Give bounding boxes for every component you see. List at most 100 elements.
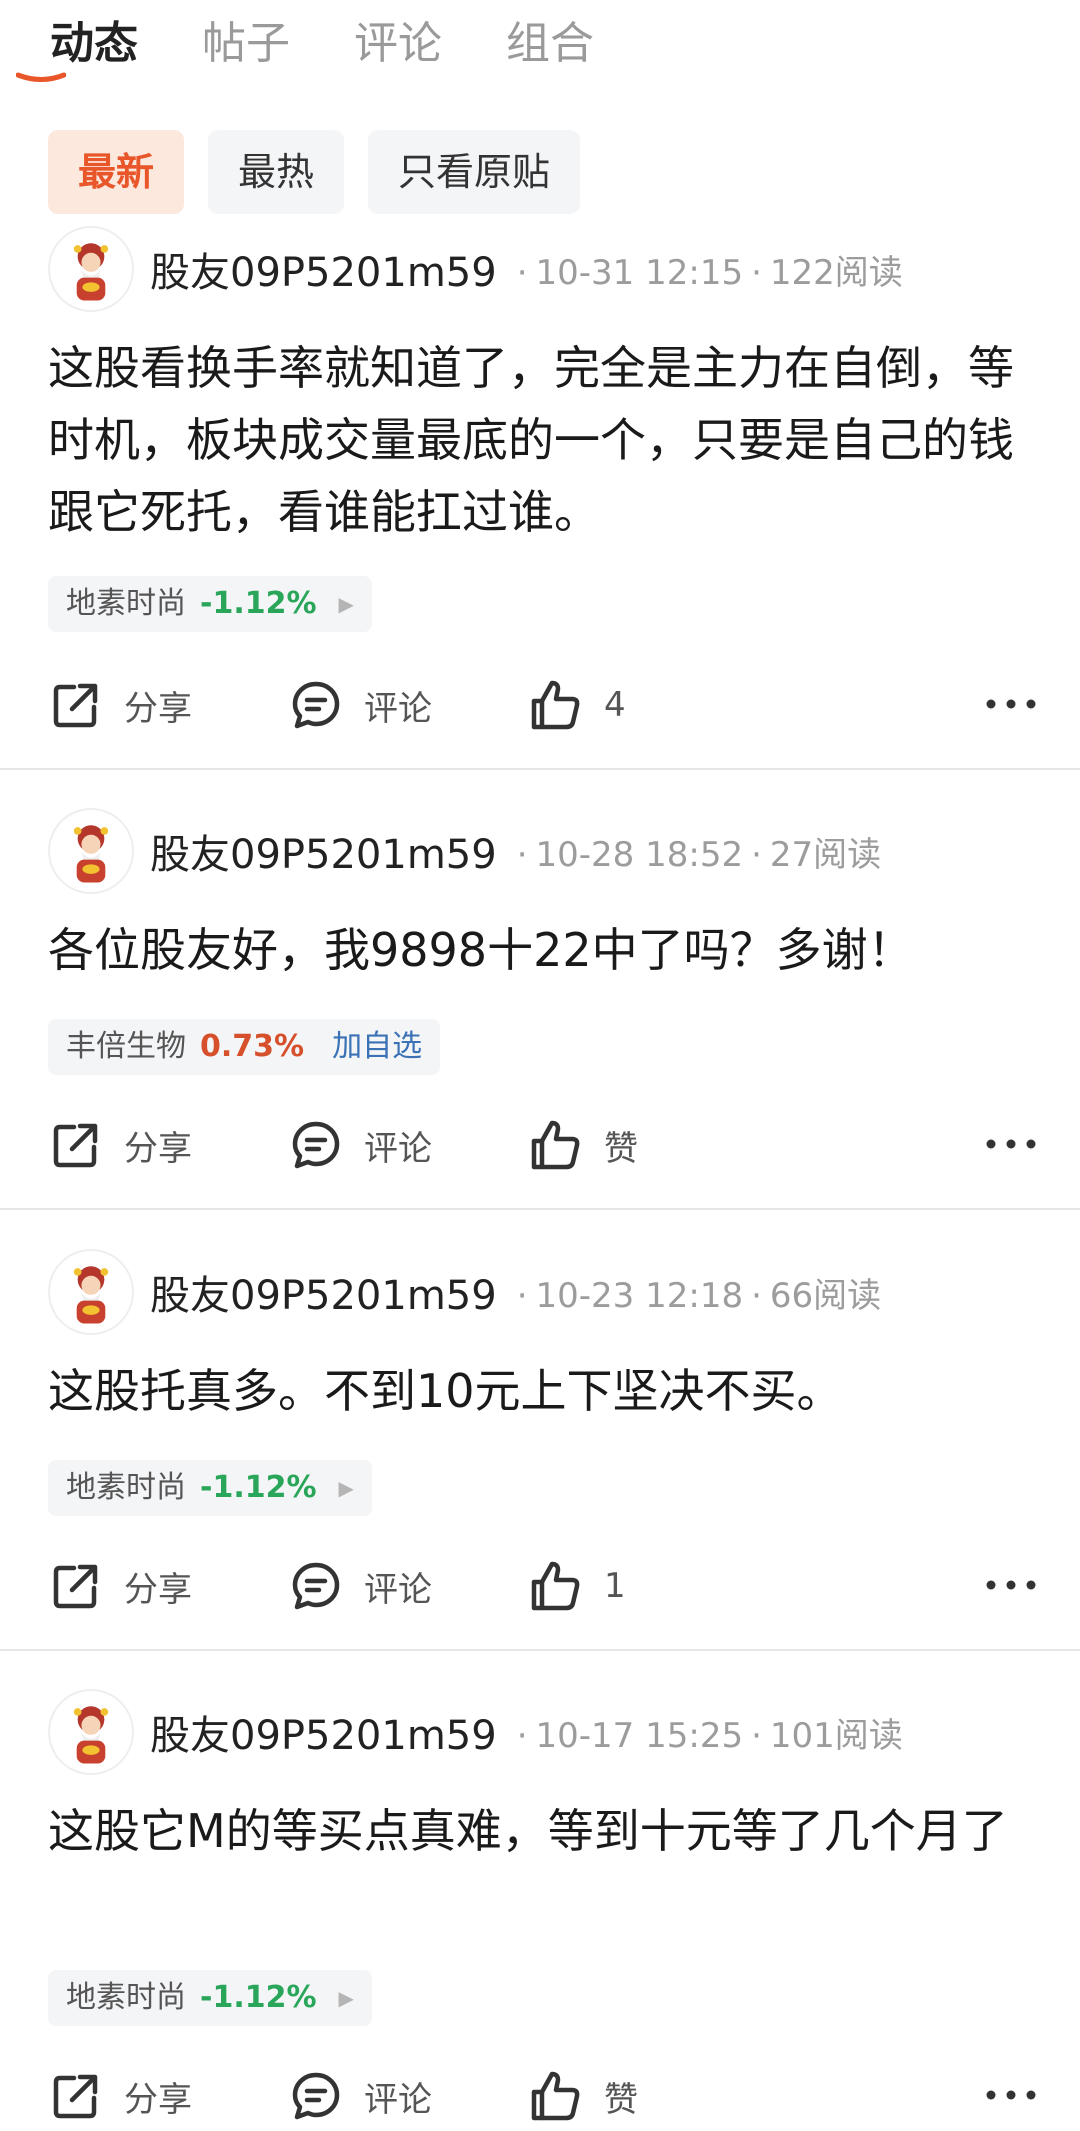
stock-name: 丰倍生物	[66, 1029, 186, 1064]
like-button[interactable]: 1	[528, 1558, 768, 1614]
post-header: 股友09P5201m59 · 10-17 15:25 · 101阅读	[48, 1688, 903, 1776]
fortune-god-avatar-icon	[73, 825, 109, 883]
share-icon	[53, 683, 98, 728]
stock-tag[interactable]: 地素时尚 -1.12% ▶	[48, 576, 372, 632]
post-actions: 分享 评论 赞	[48, 2061, 1038, 2131]
thumbs-up-icon	[531, 1561, 580, 1611]
stock-name: 地素时尚	[66, 1470, 186, 1505]
comment-button[interactable]: 评论	[288, 1558, 528, 1614]
thumbs-up-icon	[531, 1120, 580, 1170]
post-date: 10-28 18:52	[535, 834, 744, 875]
read-count: 27阅读	[769, 834, 882, 875]
comment-label: 评论	[364, 1128, 432, 1169]
like-count: 1	[604, 1566, 626, 1606]
like-button[interactable]: 赞	[528, 1117, 768, 1173]
more-dots-icon[interactable]	[984, 1567, 1038, 1603]
post-actions: 分享 评论 赞	[48, 1110, 1038, 1180]
fortune-god-avatar-icon	[73, 1706, 109, 1764]
username[interactable]: 股友09P5201m59	[150, 1703, 497, 1761]
share-button[interactable]: 分享	[48, 2068, 288, 2124]
post-meta: · 10-17 15:25 · 101阅读	[516, 1715, 903, 1756]
share-icon	[53, 1123, 98, 1168]
stock-change: -1.12%	[200, 1470, 317, 1505]
post-header: 股友09P5201m59 · 10-31 12:15 · 122阅读	[48, 225, 903, 313]
share-label: 分享	[124, 2079, 192, 2120]
filter-latest[interactable]: 最新	[48, 130, 185, 214]
share-button[interactable]: 分享	[48, 1117, 288, 1173]
stock-change: -1.12%	[200, 1980, 317, 2015]
avatar[interactable]	[48, 1249, 134, 1335]
share-button[interactable]: 分享	[48, 677, 288, 733]
post-text[interactable]: 这股看换手率就知道了，完全是主力在自倒，等时机，板块成交量最底的一个，只要是自己…	[48, 332, 1038, 548]
post-date: 10-17 15:25	[535, 1715, 744, 1756]
like-label: 赞	[604, 1128, 638, 1169]
like-label: 赞	[604, 2079, 638, 2120]
post-card: 股友09P5201m59 · 10-23 12:18 · 66阅读 这股托真多。不到1…	[0, 1248, 1080, 1648]
comment-icon	[292, 2072, 340, 2120]
caret-right-icon: ▶	[338, 592, 354, 616]
tab-comments[interactable]: 评论	[354, 12, 442, 76]
post-actions: 分享 评论 1	[48, 1551, 1038, 1621]
post-meta: · 10-28 18:52 · 27阅读	[516, 834, 882, 875]
filter-hottest[interactable]: 最热	[208, 130, 345, 214]
tab-portfolio[interactable]: 组合	[506, 12, 594, 76]
add-to-watchlist-link[interactable]: 加自选	[332, 1019, 422, 1075]
avatar[interactable]	[48, 226, 134, 312]
more-dots-icon[interactable]	[984, 686, 1038, 722]
post-meta: · 10-23 12:18 · 66阅读	[516, 1275, 882, 1316]
more-dots-icon[interactable]	[984, 1126, 1038, 1162]
stock-change: 0.73%	[200, 1029, 305, 1064]
avatar[interactable]	[48, 1689, 134, 1775]
fortune-god-avatar-icon	[73, 243, 109, 301]
post-header: 股友09P5201m59 · 10-23 12:18 · 66阅读	[48, 1248, 881, 1336]
active-tab-indicator	[16, 72, 66, 82]
post-date: 10-31 12:15	[535, 252, 744, 293]
thumbs-up-icon	[531, 2071, 580, 2121]
post-divider	[0, 1649, 1080, 1651]
more-dots-icon[interactable]	[984, 2077, 1038, 2113]
top-tab-bar: 动态 帖子 评论 组合	[50, 12, 658, 76]
comment-label: 评论	[364, 2079, 432, 2120]
post-text[interactable]: 这股它M的等买点真难，等到十元等了几个月了	[48, 1795, 1038, 1867]
share-button[interactable]: 分享	[48, 1558, 288, 1614]
stock-tag[interactable]: 地素时尚 -1.12% ▶	[48, 1970, 372, 2026]
caret-right-icon: ▶	[338, 1476, 354, 1500]
post-card: 股友09P5201m59 · 10-31 12:15 · 122阅读 这股看换手率就知…	[0, 225, 1080, 765]
share-label: 分享	[124, 688, 192, 729]
filter-chips: 最新 最热 只看原贴	[48, 130, 604, 214]
caret-right-icon: ▶	[338, 1986, 354, 2010]
comment-label: 评论	[364, 688, 432, 729]
post-meta: · 10-31 12:15 · 122阅读	[516, 252, 903, 293]
read-count: 66阅读	[769, 1275, 882, 1316]
thumbs-up-icon	[531, 680, 580, 730]
comment-icon	[292, 1562, 340, 1610]
stock-tag[interactable]: 地素时尚 -1.12% ▶	[48, 1460, 372, 1516]
tab-dynamics[interactable]: 动态	[50, 12, 138, 76]
fortune-god-avatar-icon	[73, 1266, 109, 1324]
stock-name: 地素时尚	[66, 586, 186, 621]
like-button[interactable]: 赞	[528, 2068, 768, 2124]
comment-button[interactable]: 评论	[288, 2068, 528, 2124]
comment-icon	[292, 681, 340, 729]
stock-tag[interactable]: 丰倍生物 0.73% 加自选	[48, 1019, 441, 1075]
comment-button[interactable]: 评论	[288, 1117, 528, 1173]
share-label: 分享	[124, 1128, 192, 1169]
username[interactable]: 股友09P5201m59	[150, 240, 497, 298]
post-text[interactable]: 各位股友好，我9898十22中了吗？多谢！	[48, 914, 1038, 986]
post-text[interactable]: 这股托真多。不到10元上下坚决不买。	[48, 1355, 1038, 1427]
comment-icon	[292, 1121, 340, 1169]
comment-button[interactable]: 评论	[288, 677, 528, 733]
post-date: 10-23 12:18	[535, 1275, 744, 1316]
username[interactable]: 股友09P5201m59	[150, 1263, 497, 1321]
tab-posts[interactable]: 帖子	[202, 12, 290, 76]
like-button[interactable]: 4	[528, 677, 768, 733]
filter-original-only[interactable]: 只看原贴	[368, 130, 581, 214]
share-icon	[53, 1564, 98, 1609]
username[interactable]: 股友09P5201m59	[150, 822, 497, 880]
share-icon	[53, 2074, 98, 2119]
read-count: 101阅读	[769, 1715, 903, 1756]
post-divider	[0, 1208, 1080, 1210]
post-card: 股友09P5201m59 · 10-28 18:52 · 27阅读 各位股友好，我98…	[0, 807, 1080, 1207]
avatar[interactable]	[48, 808, 134, 894]
like-count: 4	[604, 685, 626, 725]
